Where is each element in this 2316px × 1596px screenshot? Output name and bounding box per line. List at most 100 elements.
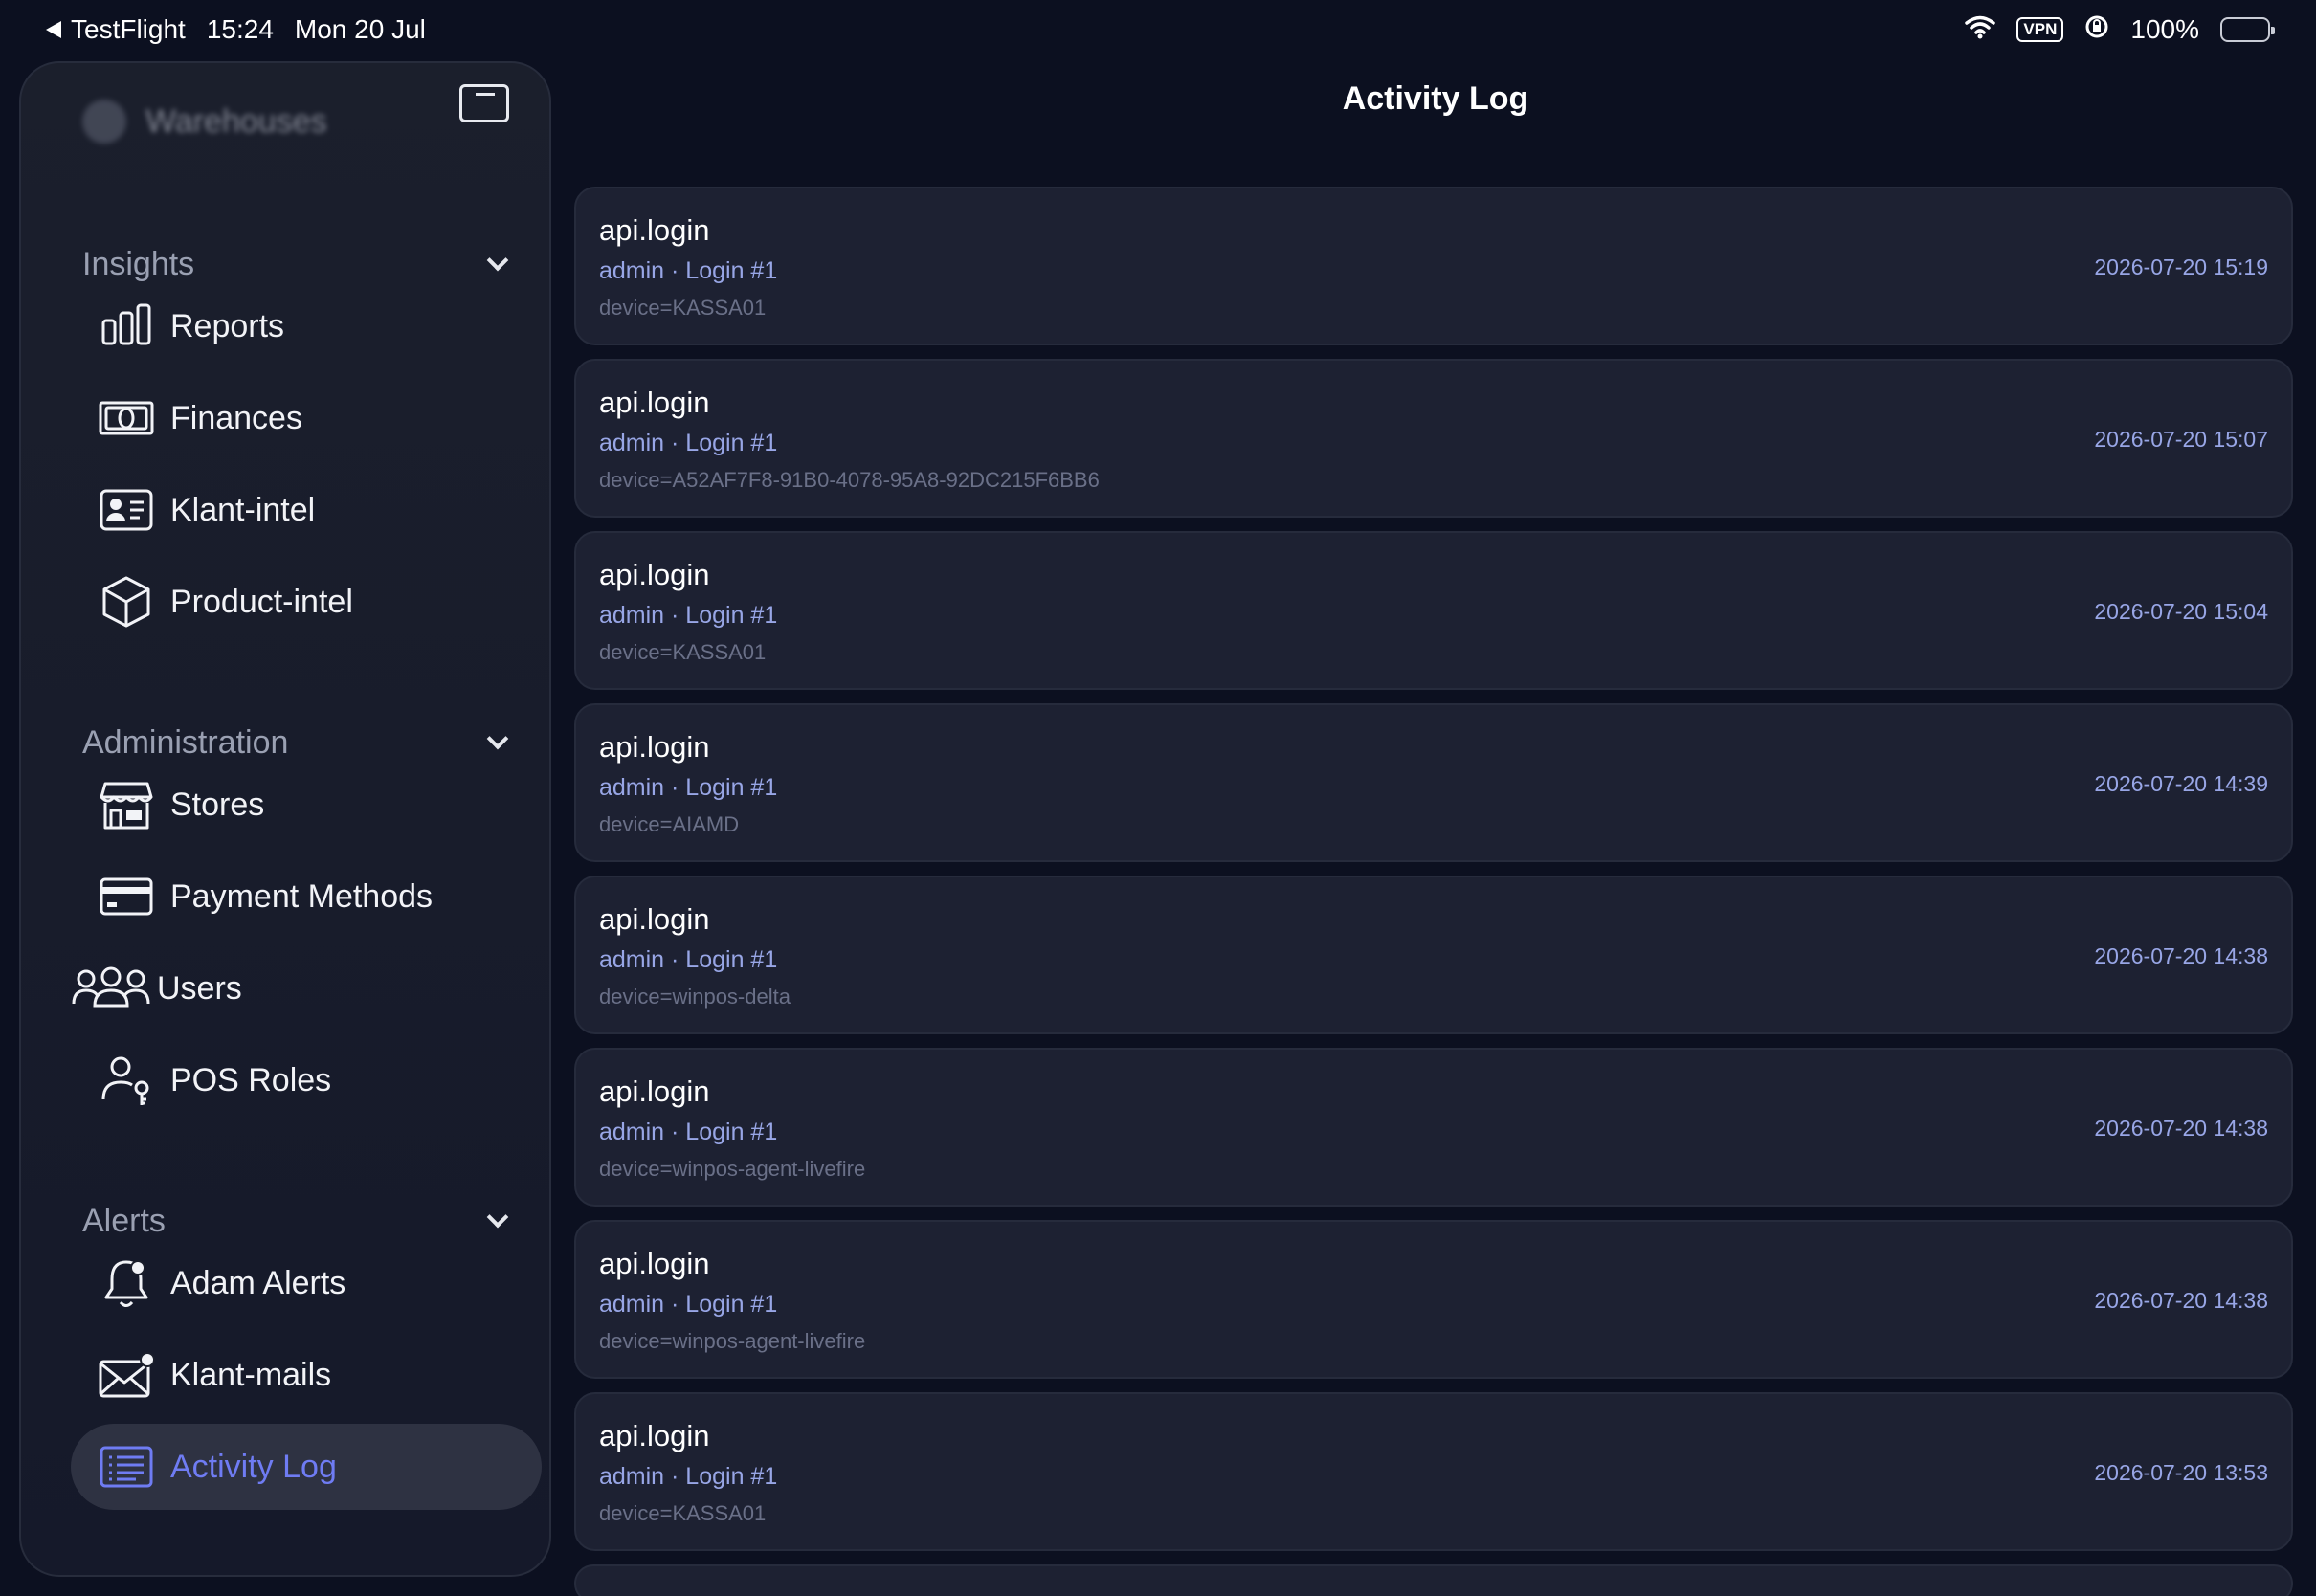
log-detail: device=winpos-agent-livefire	[599, 1329, 866, 1353]
sidebar-item-label: POS Roles	[170, 1061, 332, 1098]
log-detail: device=KASSA01	[599, 296, 767, 320]
log-meta: admin · Login #1	[599, 257, 778, 284]
envelope-badge-icon	[98, 1346, 155, 1404]
list-icon	[98, 1438, 155, 1496]
sidebar: Warehouses Insights Reports Finances Kla…	[19, 61, 551, 1577]
log-entry[interactable]: api.login admin · Login #1 device=KASSA0…	[574, 531, 2293, 690]
sidebar-item-activity-log[interactable]: Activity Log	[71, 1424, 542, 1510]
log-entry[interactable]: api.login admin · Login #1 device=KASSA0…	[574, 187, 2293, 345]
log-detail: device=winpos-delta	[599, 985, 791, 1009]
log-action: api.login	[599, 1247, 710, 1280]
chevron-down-icon	[486, 1206, 509, 1229]
sidebar-toggle-icon[interactable]	[459, 84, 509, 122]
log-action: api.login	[599, 730, 710, 764]
log-meta: admin · Login #1	[599, 602, 778, 629]
log-timestamp: 2026-07-20 15:04	[2094, 599, 2268, 624]
battery-icon	[2220, 17, 2275, 42]
bar-chart-icon	[98, 298, 155, 355]
activity-log-list: api.login admin · Login #1 device=KASSA0…	[574, 187, 2293, 1596]
log-timestamp: 2026-07-20 14:38	[2094, 1288, 2268, 1313]
user-key-icon	[98, 1052, 155, 1109]
sidebar-item-product-intel[interactable]: Product-intel	[71, 559, 542, 645]
storefront-icon	[98, 776, 155, 833]
log-detail: device=A52AF7F8-91B0-4078-95A8-92DC215F6…	[599, 468, 1100, 492]
vpn-badge: VPN	[2016, 17, 2064, 42]
log-timestamp: 2026-07-20 15:07	[2094, 427, 2268, 452]
sidebar-item-label: Users	[157, 969, 242, 1007]
orientation-lock-icon	[2084, 14, 2109, 46]
log-timestamp: 2026-07-20 14:38	[2094, 1116, 2268, 1141]
back-to-testflight-button[interactable]: TestFlight	[46, 14, 186, 45]
bell-badge-icon	[98, 1254, 155, 1312]
status-bar: TestFlight 15:24 Mon 20 Jul VPN 100%	[0, 0, 2316, 59]
log-entry[interactable]: api.login admin · Login #1 device=AIAMD …	[574, 703, 2293, 862]
sidebar-item-finances[interactable]: Finances	[71, 375, 542, 461]
sidebar-item-label: Reports	[170, 307, 285, 344]
sidebar-item-klant-intel[interactable]: Klant-intel	[71, 467, 542, 553]
wifi-icon	[1965, 14, 1996, 46]
sidebar-item-adam-alerts[interactable]: Adam Alerts	[71, 1240, 542, 1326]
log-entry[interactable]: api.login admin · Login #1 device=winpos…	[574, 876, 2293, 1034]
sidebar-item-label: Stores	[170, 786, 265, 823]
sidebar-item-stores[interactable]: Stores	[71, 762, 542, 848]
sidebar-item-reports[interactable]: Reports	[71, 283, 542, 369]
section-title: Insights	[82, 245, 195, 282]
status-date: Mon 20 Jul	[294, 14, 426, 44]
log-detail: device=KASSA01	[599, 1501, 767, 1525]
banknote-icon	[98, 389, 155, 447]
cube-icon	[98, 573, 155, 631]
users-icon	[71, 960, 151, 1017]
sidebar-item-label: Finances	[170, 399, 302, 436]
sidebar-item-label: Adam Alerts	[170, 1264, 346, 1301]
log-entry[interactable]: api.login admin · Login #1 device=A52AF7…	[574, 359, 2293, 518]
log-meta: admin · Login #1	[599, 774, 778, 801]
sidebar-item-label: Klant-mails	[170, 1356, 332, 1393]
log-entry[interactable]: api.login admin · Login #1 device=winpos…	[574, 1220, 2293, 1379]
page-title: Activity Log	[1342, 80, 1529, 117]
credit-card-icon	[98, 868, 155, 925]
sidebar-item-label: Activity Log	[170, 1448, 337, 1485]
sidebar-item-payment-methods[interactable]: Payment Methods	[71, 853, 542, 940]
log-action: api.login	[599, 558, 710, 591]
log-entry-partial[interactable]	[574, 1564, 2293, 1596]
back-app-label: TestFlight	[71, 14, 186, 44]
log-action: api.login	[599, 1419, 710, 1452]
workspace-switcher[interactable]: Warehouses	[82, 100, 327, 144]
status-time: 15:24	[206, 14, 274, 44]
log-action: api.login	[599, 386, 710, 419]
sidebar-item-pos-roles[interactable]: POS Roles	[71, 1037, 542, 1123]
log-meta: admin · Login #1	[599, 1119, 778, 1145]
log-detail: device=AIAMD	[599, 812, 740, 836]
log-meta: admin · Login #1	[599, 1463, 778, 1490]
log-timestamp: 2026-07-20 13:53	[2094, 1460, 2268, 1485]
workspace-logo-icon	[82, 100, 126, 144]
log-timestamp: 2026-07-20 15:19	[2094, 255, 2268, 279]
sidebar-item-label: Product-intel	[170, 583, 353, 620]
section-title: Administration	[82, 723, 289, 761]
log-timestamp: 2026-07-20 14:38	[2094, 943, 2268, 968]
log-detail: device=winpos-agent-livefire	[599, 1157, 866, 1181]
log-meta: admin · Login #1	[599, 946, 778, 973]
chevron-down-icon	[486, 727, 509, 750]
log-entry[interactable]: api.login admin · Login #1 device=KASSA0…	[574, 1392, 2293, 1551]
status-left: TestFlight 15:24 Mon 20 Jul	[46, 14, 426, 45]
log-meta: admin · Login #1	[599, 430, 778, 456]
log-meta: admin · Login #1	[599, 1291, 778, 1318]
sidebar-item-users[interactable]: Users	[71, 945, 542, 1031]
status-right: VPN 100%	[1965, 14, 2275, 46]
battery-percentage: 100%	[2130, 14, 2199, 44]
log-action: api.login	[599, 902, 710, 936]
log-action: api.login	[599, 1075, 710, 1108]
log-timestamp: 2026-07-20 14:39	[2094, 771, 2268, 796]
section-title: Alerts	[82, 1202, 166, 1239]
back-arrow-icon	[46, 21, 61, 38]
sidebar-item-label: Klant-intel	[170, 491, 316, 528]
sidebar-item-klant-mails[interactable]: Klant-mails	[71, 1332, 542, 1418]
sidebar-item-label: Payment Methods	[170, 877, 434, 915]
log-entry[interactable]: api.login admin · Login #1 device=winpos…	[574, 1048, 2293, 1207]
log-action: api.login	[599, 213, 710, 247]
workspace-name: Warehouses	[145, 102, 327, 140]
log-detail: device=KASSA01	[599, 640, 767, 664]
contact-card-icon	[98, 481, 155, 539]
chevron-down-icon	[486, 249, 509, 272]
